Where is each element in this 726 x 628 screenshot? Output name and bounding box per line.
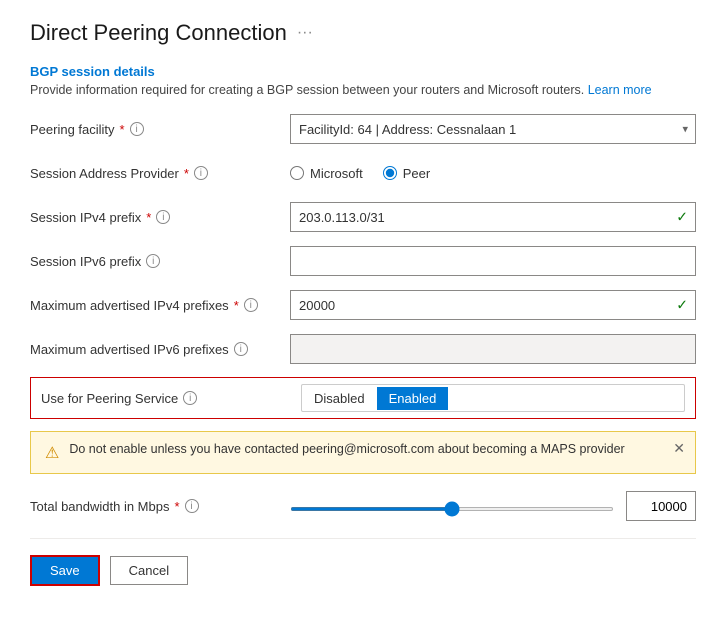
peering-facility-info-icon[interactable]: i	[130, 122, 144, 136]
peering-service-control: Disabled Enabled	[301, 384, 685, 412]
bandwidth-row: Total bandwidth in Mbps * i 10000	[30, 490, 696, 522]
peering-service-row: Use for Peering Service i Disabled Enabl…	[30, 377, 696, 419]
learn-more-link[interactable]: Learn more	[588, 83, 652, 97]
cancel-button[interactable]: Cancel	[110, 556, 188, 585]
bandwidth-label: Total bandwidth in Mbps * i	[30, 499, 290, 514]
peering-service-info-icon[interactable]: i	[183, 391, 197, 405]
max-ipv6-label: Maximum advertised IPv6 prefixes i	[30, 342, 290, 357]
ellipsis-menu-icon[interactable]: ···	[297, 24, 313, 42]
radio-peer[interactable]: Peer	[383, 166, 430, 181]
peering-facility-select[interactable]: FacilityId: 64 | Address: Cessnalaan 1	[290, 114, 696, 144]
max-ipv4-row: Maximum advertised IPv4 prefixes * i 200…	[30, 289, 696, 321]
bandwidth-control: 10000	[290, 491, 696, 521]
session-ipv4-info-icon[interactable]: i	[156, 210, 170, 224]
max-ipv6-row: Maximum advertised IPv6 prefixes i	[30, 333, 696, 365]
session-ipv6-input[interactable]	[290, 246, 696, 276]
radio-microsoft[interactable]: Microsoft	[290, 166, 363, 181]
peering-service-toggle[interactable]: Disabled Enabled	[301, 384, 685, 412]
bandwidth-slider-wrapper	[290, 499, 614, 514]
bandwidth-info-icon[interactable]: i	[185, 499, 199, 513]
bandwidth-slider[interactable]	[290, 507, 614, 511]
session-ipv4-control: 203.0.113.0/31 ✓	[290, 202, 696, 232]
peering-facility-label: Peering facility * i	[30, 122, 290, 137]
peering-facility-row: Peering facility * i FacilityId: 64 | Ad…	[30, 113, 696, 145]
session-ipv6-row: Session IPv6 prefix i	[30, 245, 696, 277]
max-ipv4-valid-icon: ✓	[676, 297, 688, 314]
session-ipv4-label: Session IPv4 prefix * i	[30, 210, 290, 225]
radio-peer-input[interactable]	[383, 166, 397, 180]
session-address-provider-row: Session Address Provider * i Microsoft P…	[30, 157, 696, 189]
session-ipv6-label: Session IPv6 prefix i	[30, 254, 290, 269]
peering-service-label: Use for Peering Service i	[41, 391, 301, 406]
toggle-enabled[interactable]: Enabled	[377, 387, 449, 410]
session-address-provider-info-icon[interactable]: i	[194, 166, 208, 180]
max-ipv6-control	[290, 334, 696, 364]
warning-close-icon[interactable]: ✕	[673, 440, 685, 457]
warning-text: Do not enable unless you have contacted …	[69, 442, 681, 456]
warning-triangle-icon: ⚠	[45, 443, 59, 463]
max-ipv4-info-icon[interactable]: i	[244, 298, 258, 312]
session-ipv6-control	[290, 246, 696, 276]
page-title-row: Direct Peering Connection ···	[30, 20, 696, 46]
bandwidth-value-input[interactable]: 10000	[626, 491, 696, 521]
warning-banner: ⚠ Do not enable unless you have contacte…	[30, 431, 696, 474]
bgp-section-desc: Provide information required for creatin…	[30, 83, 696, 97]
max-ipv6-input[interactable]	[290, 334, 696, 364]
session-address-provider-control: Microsoft Peer	[290, 166, 696, 181]
radio-microsoft-input[interactable]	[290, 166, 304, 180]
session-ipv6-info-icon[interactable]: i	[146, 254, 160, 268]
page-title: Direct Peering Connection	[30, 20, 287, 46]
peering-facility-control: FacilityId: 64 | Address: Cessnalaan 1 ▾	[290, 114, 696, 144]
session-ipv4-row: Session IPv4 prefix * i 203.0.113.0/31 ✓	[30, 201, 696, 233]
max-ipv4-label: Maximum advertised IPv4 prefixes * i	[30, 298, 290, 313]
max-ipv4-input[interactable]: 20000	[290, 290, 696, 320]
session-ipv4-valid-icon: ✓	[676, 209, 688, 226]
bgp-section-title: BGP session details	[30, 64, 696, 79]
max-ipv4-control: 20000 ✓	[290, 290, 696, 320]
action-bar: Save Cancel	[30, 555, 696, 586]
session-address-provider-label: Session Address Provider * i	[30, 166, 290, 181]
save-button[interactable]: Save	[30, 555, 100, 586]
divider	[30, 538, 696, 539]
max-ipv6-info-icon[interactable]: i	[234, 342, 248, 356]
session-ipv4-input[interactable]: 203.0.113.0/31	[290, 202, 696, 232]
toggle-disabled[interactable]: Disabled	[302, 387, 377, 410]
